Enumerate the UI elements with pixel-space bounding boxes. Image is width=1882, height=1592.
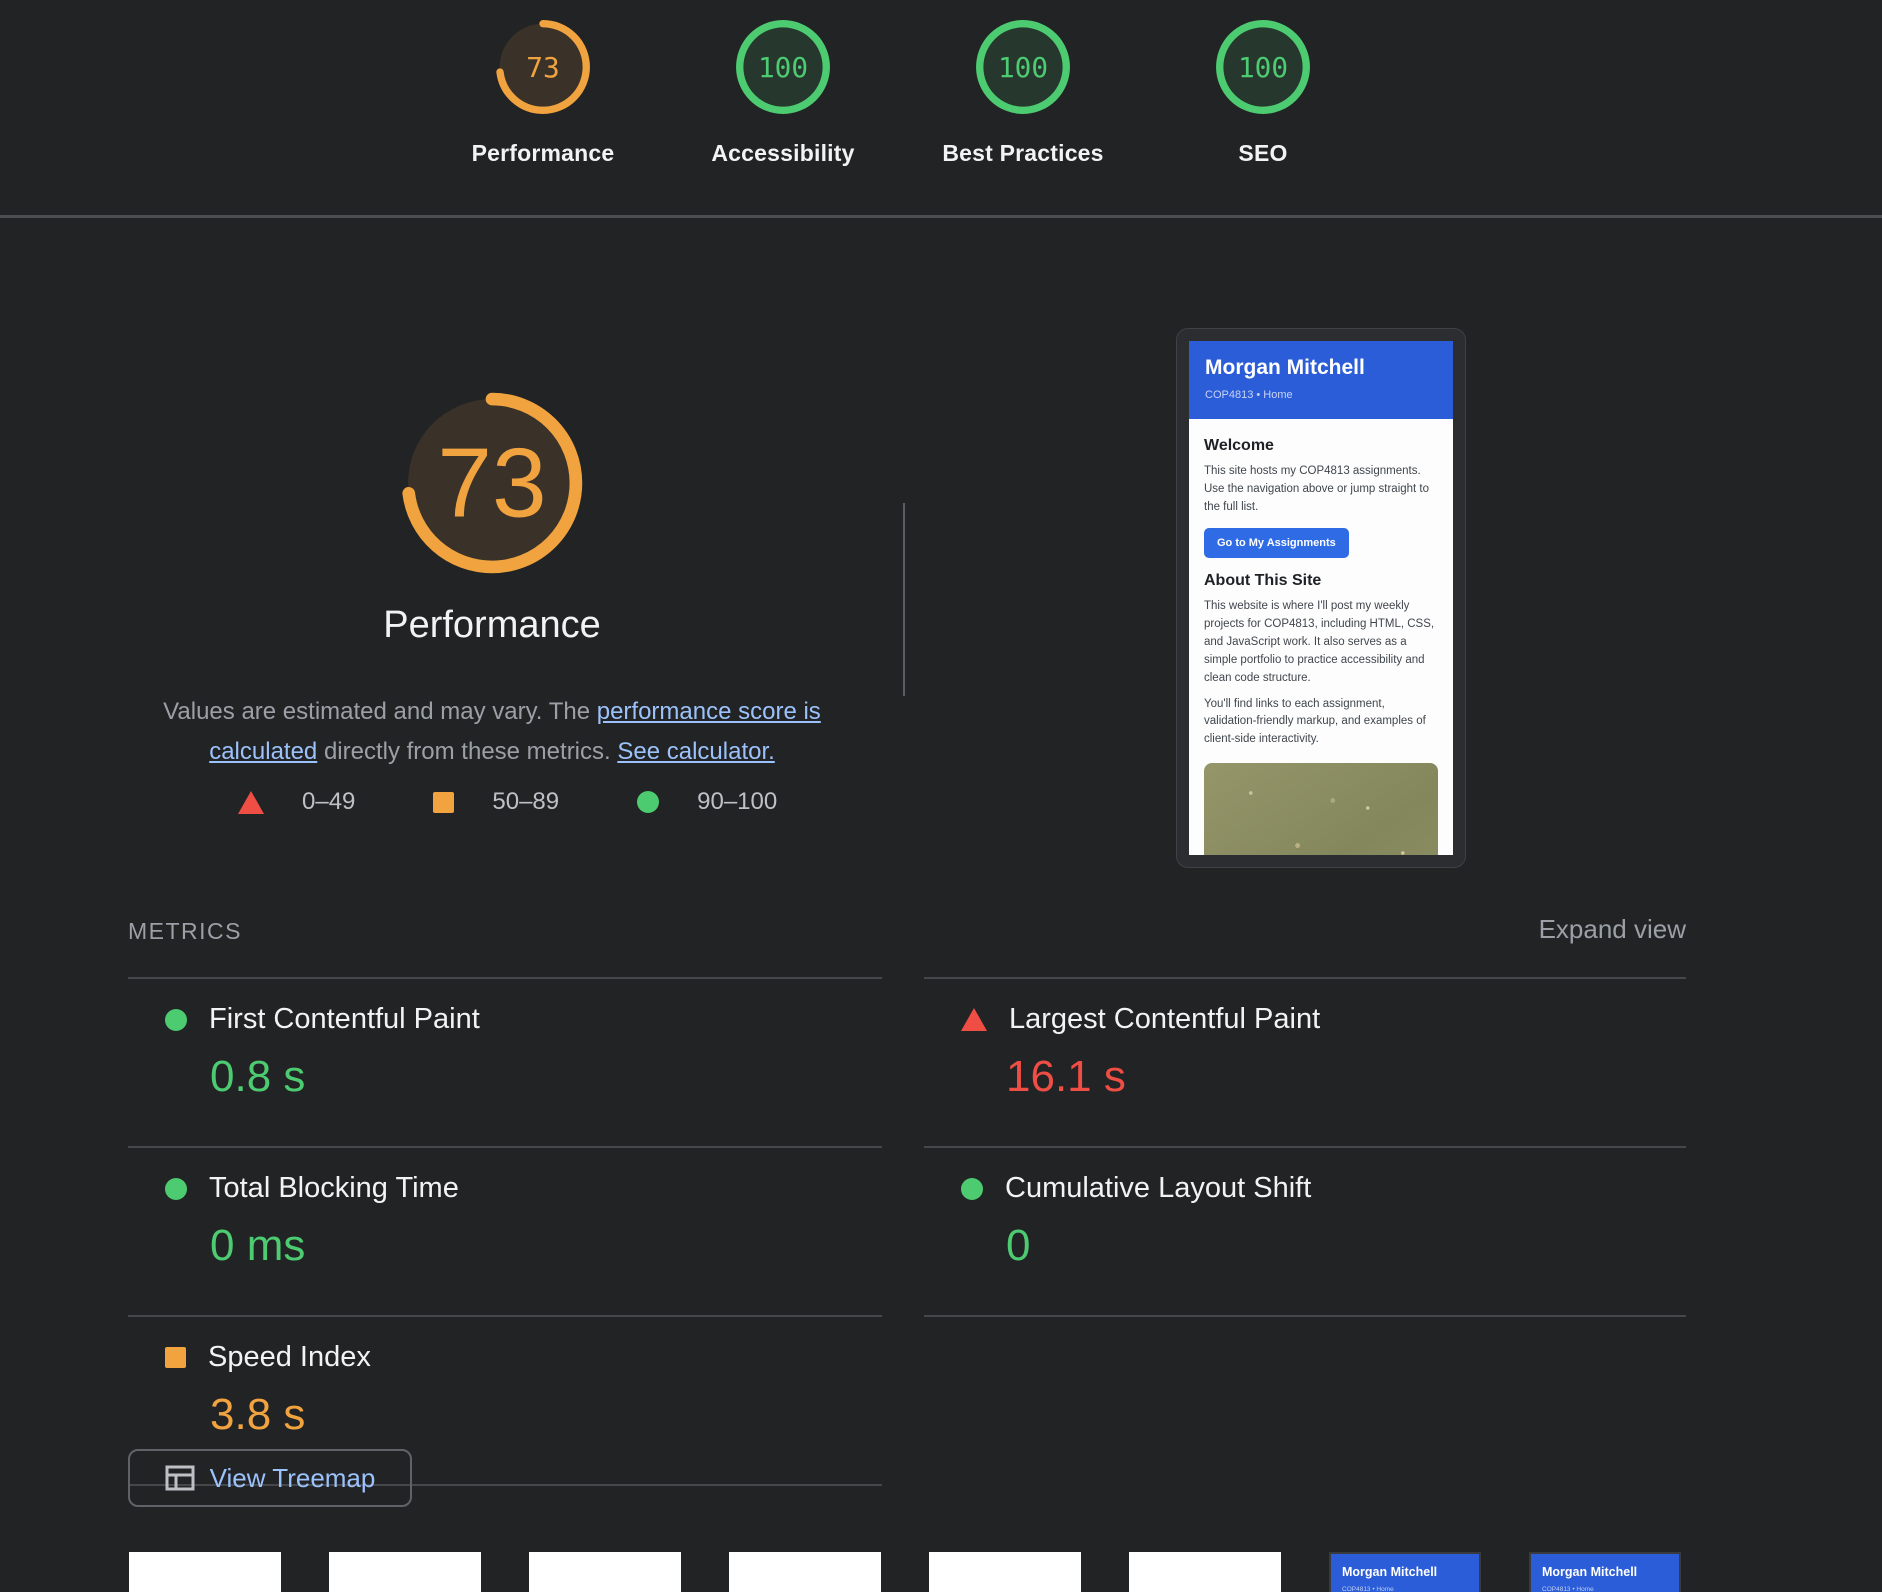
average-square-icon: [433, 792, 454, 813]
fail-triangle-icon: [238, 791, 264, 814]
preview-site-header: Morgan Mitchell COP4813 • Home: [1189, 341, 1453, 419]
filmstrip-site-title: Morgan Mitchell: [1542, 1565, 1668, 1579]
svg-text:73: 73: [526, 51, 559, 84]
legend-item-average: 50–89: [433, 788, 559, 816]
pass-circle-icon: [165, 1178, 187, 1200]
preview-assignments-button: Go to My Assignments: [1204, 528, 1349, 558]
best-practices-gauge-icon: 100: [974, 18, 1072, 116]
treemap-icon: [165, 1465, 195, 1491]
performance-score-gauge: 73: [397, 388, 587, 578]
metrics-column-right: Largest Contentful Paint 16.1 s Cumulati…: [924, 977, 1686, 1317]
svg-text:100: 100: [758, 51, 808, 84]
filmstrip-frame: [729, 1552, 881, 1592]
preview-about-heading: About This Site: [1204, 572, 1438, 590]
filmstrip-frame: [1129, 1552, 1281, 1592]
metric-value: 0: [1006, 1221, 1686, 1271]
gauge-label: Performance: [472, 140, 615, 167]
metric-label: Total Blocking Time: [209, 1172, 459, 1205]
filmstrip-site-header: Morgan Mitchell COP4813 • Home: [1531, 1554, 1679, 1592]
expand-view-toggle[interactable]: Expand view: [1539, 914, 1686, 945]
filmstrip-site-header: Morgan Mitchell COP4813 • Home: [1331, 1554, 1479, 1592]
metric-value: 3.8 s: [210, 1390, 882, 1440]
disclaimer-text: Values are estimated and may vary. The: [163, 698, 597, 725]
metric-first-contentful-paint: First Contentful Paint 0.8 s: [128, 977, 882, 1148]
metric-largest-contentful-paint: Largest Contentful Paint 16.1 s: [924, 977, 1686, 1148]
performance-gauge-icon: 73: [494, 18, 592, 116]
preview-site-title: Morgan Mitchell: [1205, 356, 1437, 380]
see-calculator-link[interactable]: See calculator.: [617, 738, 774, 765]
filmstrip-frame-rendered: Morgan Mitchell COP4813 • Home: [1529, 1552, 1681, 1592]
gauge-label: SEO: [1238, 140, 1287, 167]
accessibility-gauge-icon: 100: [734, 18, 832, 116]
preview-welcome-text: This site hosts my COP4813 assignments. …: [1204, 463, 1438, 516]
gauge-row: 73 Performance 100 Accessibility 100 Bes…: [443, 18, 1363, 167]
metric-value: 16.1 s: [1006, 1052, 1686, 1102]
gauge-accessibility[interactable]: 100 Accessibility: [683, 18, 883, 167]
metric-value: 0.8 s: [210, 1052, 882, 1102]
final-screenshot-frame: Morgan Mitchell COP4813 • Home Welcome T…: [1176, 328, 1466, 868]
metrics-column-left: First Contentful Paint 0.8 s Total Block…: [128, 977, 882, 1486]
metric-cumulative-layout-shift: Cumulative Layout Shift 0: [924, 1148, 1686, 1317]
filmstrip-site-title: Morgan Mitchell: [1342, 1565, 1468, 1579]
category-title: Performance: [192, 604, 792, 647]
preview-site-subtitle: COP4813 • Home: [1205, 389, 1437, 401]
legend-range-label: 50–89: [492, 788, 559, 816]
preview-about-text2: You'll find links to each assignment, va…: [1204, 696, 1438, 749]
preview-about-text: This website is where I'll post my weekl…: [1204, 598, 1438, 687]
metric-label: Largest Contentful Paint: [1009, 1003, 1320, 1036]
gauge-seo[interactable]: 100 SEO: [1163, 18, 1363, 167]
vertical-divider: [903, 503, 905, 696]
gauge-label: Accessibility: [711, 140, 854, 167]
metric-label: Cumulative Layout Shift: [1005, 1172, 1311, 1205]
legend-item-pass: 90–100: [637, 788, 777, 816]
fail-triangle-icon: [961, 1008, 987, 1031]
metrics-section-label: METRICS: [128, 918, 242, 945]
filmstrip-site-subtitle: COP4813 • Home: [1542, 1586, 1668, 1592]
metric-total-blocking-time: Total Blocking Time 0 ms: [128, 1148, 882, 1317]
score-disclaimer: Values are estimated and may vary. The p…: [112, 692, 872, 772]
legend-range-label: 90–100: [697, 788, 777, 816]
disclaimer-text: directly from these metrics.: [317, 738, 617, 765]
svg-text:100: 100: [998, 51, 1048, 84]
filmstrip-frame: [529, 1552, 681, 1592]
dog-photo: [1204, 763, 1438, 855]
gauge-performance[interactable]: 73 Performance: [443, 18, 643, 167]
filmstrip-frame: [329, 1552, 481, 1592]
filmstrip-frame: [929, 1552, 1081, 1592]
preview-welcome-heading: Welcome: [1204, 437, 1438, 455]
pass-circle-icon: [961, 1178, 983, 1200]
filmstrip-frame: [129, 1552, 281, 1592]
legend-range-label: 0–49: [302, 788, 355, 816]
score-range-legend: 0–49 50–89 90–100: [238, 788, 777, 816]
performance-score-gauge-icon: 73: [397, 388, 587, 578]
svg-text:100: 100: [1238, 51, 1288, 84]
filmstrip-site-subtitle: COP4813 • Home: [1342, 1586, 1468, 1592]
view-treemap-label: View Treemap: [210, 1463, 376, 1494]
lighthouse-report: 73 Performance 100 Accessibility 100 Bes…: [0, 0, 1882, 1592]
legend-item-fail: 0–49: [238, 788, 355, 816]
view-treemap-button[interactable]: View Treemap: [128, 1449, 412, 1507]
gauge-label: Best Practices: [942, 140, 1103, 167]
metric-label: First Contentful Paint: [209, 1003, 480, 1036]
metric-value: 0 ms: [210, 1221, 882, 1271]
average-square-icon: [165, 1347, 186, 1368]
preview-site-body: Welcome This site hosts my COP4813 assig…: [1189, 419, 1453, 855]
metric-label: Speed Index: [208, 1341, 371, 1374]
final-screenshot: Morgan Mitchell COP4813 • Home Welcome T…: [1189, 341, 1453, 855]
pass-circle-icon: [637, 791, 659, 813]
filmstrip-frame-rendered: Morgan Mitchell COP4813 • Home: [1329, 1552, 1481, 1592]
gauge-best-practices[interactable]: 100 Best Practices: [923, 18, 1123, 167]
seo-gauge-icon: 100: [1214, 18, 1312, 116]
pass-circle-icon: [165, 1009, 187, 1031]
svg-text:73: 73: [437, 427, 546, 537]
score-summary-bar: 73 Performance 100 Accessibility 100 Bes…: [0, 0, 1882, 218]
